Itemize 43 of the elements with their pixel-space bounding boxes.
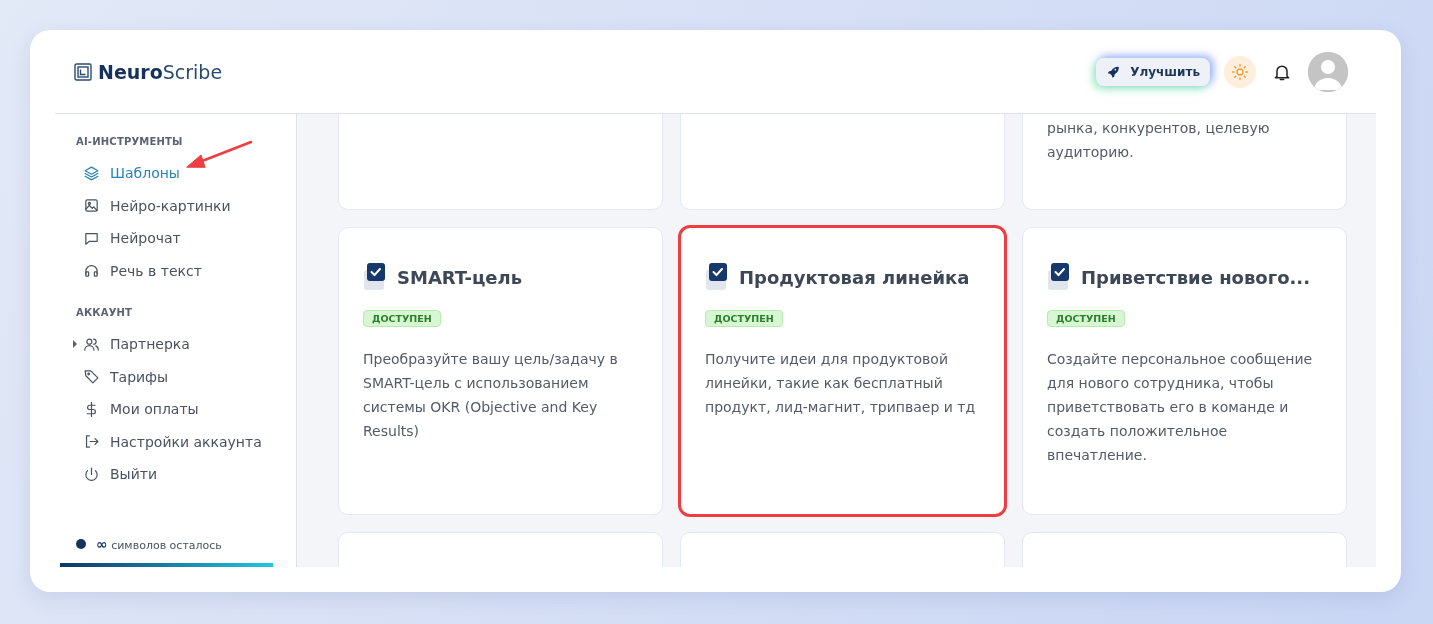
theme-toggle-button[interactable]	[1224, 55, 1256, 88]
sidebar-item[interactable]: Шаблоны	[76, 157, 180, 190]
upgrade-button[interactable]: Улучшить	[1096, 57, 1210, 86]
card-description: Создайте персональное сообщение для нового сотрудника, чтобы приветствовать его в команде и создать положительное впечатление.	[1047, 350, 1314, 465]
sidebar-item[interactable]: Нейро-картинки	[76, 189, 231, 222]
sidebar-item[interactable]: Тарифы	[76, 360, 169, 393]
sidebar-item[interactable]: Речь в текст	[76, 254, 202, 287]
logout-icon	[83, 433, 100, 451]
rocket-icon	[1106, 64, 1121, 79]
section-heading: AI-ИНСТРУМЕНТЫ	[76, 136, 184, 147]
expand-caret-icon[interactable]	[73, 340, 77, 349]
template-card[interactable]: Приветствие нового... ДОСТУПЕН Создайте персональное сообщение для нового сотрудника, чтобы приветствовать его в команде и создать положительное впечатление.	[1022, 227, 1347, 515]
card-title: Продуктовая линейка	[739, 266, 970, 288]
status-dot	[76, 539, 86, 549]
template-card[interactable]: Продуктовая линейка ДОСТУПЕН Получите идеи для продуктовой линейки, такие как бесплатный продукт, лид-магнит, трипваер и тд	[680, 227, 1005, 515]
section-heading: АККАУНТ	[76, 307, 134, 318]
layers-icon	[83, 164, 100, 182]
card-description: рынка, конкурентов, целевую аудиторию.	[1047, 119, 1271, 162]
status-badge: ДОСТУПЕН	[363, 310, 441, 327]
sidebar-item[interactable]: Настройки аккаунта	[76, 425, 262, 458]
tag-icon	[83, 368, 100, 386]
template-card[interactable]	[680, 114, 1005, 210]
card-description: Преобразуйте вашу цель/задачу в SMART-цель с использованием системы OKR (Objective and Key Results)	[363, 350, 619, 441]
card-description: Получите идеи для продуктовой линейки, такие как бесплатный продукт, лид-магнит, трипваер и тд	[705, 350, 977, 417]
sidebar-item[interactable]: Выйти	[76, 458, 157, 491]
app-logo-text: NeuroScribe	[98, 60, 223, 83]
quota-text: ∞ символов осталось	[96, 536, 222, 552]
template-card[interactable]	[338, 114, 663, 210]
avatar[interactable]	[1308, 51, 1348, 92]
card-title: Приветствие нового...	[1081, 266, 1311, 288]
power-icon	[83, 465, 100, 483]
sidebar-item[interactable]: Нейрочат	[76, 222, 181, 255]
status-badge: ДОСТУПЕН	[705, 310, 783, 327]
image-icon	[83, 197, 100, 215]
card-title: SMART-цель	[397, 266, 523, 288]
template-card[interactable]: рынка, конкурентов, целевую аудиторию.	[1022, 114, 1347, 210]
status-badge: ДОСТУПЕН	[1047, 310, 1125, 327]
template-card[interactable]: SMART-цель ДОСТУПЕН Преобразуйте вашу цель/задачу в SMART-цель с использованием системы OKR (Objective and Key Results)	[338, 227, 663, 515]
sidebar-item[interactable]: Партнерка	[76, 328, 190, 361]
headphones-icon	[83, 262, 100, 280]
sidebar-item[interactable]: Мои оплаты	[76, 393, 199, 426]
logo-icon	[74, 62, 92, 81]
sun-icon	[1231, 62, 1249, 81]
